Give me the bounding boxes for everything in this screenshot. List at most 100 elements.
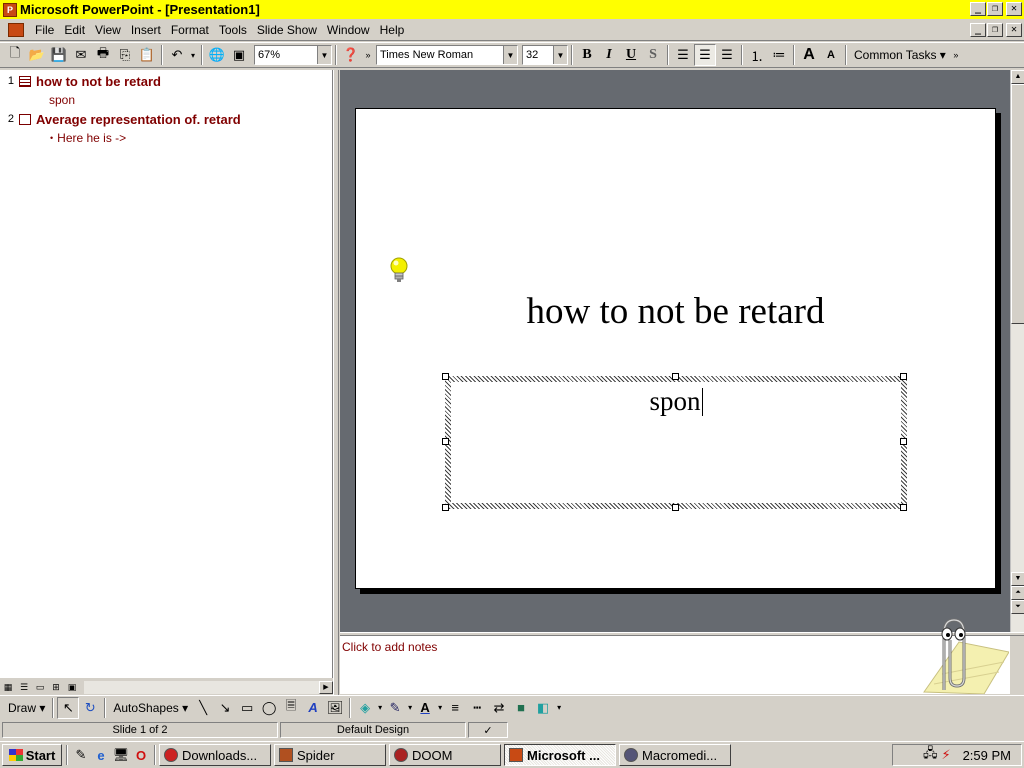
underline-button[interactable]: U [620, 44, 642, 66]
outline-title[interactable]: Average representation of. retard [36, 112, 241, 127]
outline-pane[interactable]: 1 how to not be retard spon 2 Average re… [0, 70, 333, 678]
new-icon[interactable]: 🗋 [4, 44, 26, 66]
scroll-down-icon[interactable]: ▼ [1011, 572, 1024, 586]
outline-bullet[interactable]: spon [49, 91, 75, 109]
chevron-down-icon[interactable]: ▼ [553, 46, 567, 64]
outline-bullet-text[interactable]: Here he is -> [57, 131, 126, 145]
resize-handle[interactable] [900, 504, 907, 511]
more-buttons-icon[interactable]: ▾ [554, 697, 564, 719]
paste-icon[interactable]: 📋 [136, 44, 158, 66]
dash-style-icon[interactable]: ┅ [466, 697, 488, 719]
spelling-status-icon[interactable]: ✓ [468, 722, 508, 738]
font-color-icon[interactable]: A [414, 697, 436, 719]
fill-color-icon[interactable]: ◈ [354, 697, 376, 719]
vertical-scrollbar[interactable]: ▲ ▼ ⏶ ⏷ [1010, 70, 1024, 632]
doc-restore-button[interactable]: ❐ [987, 23, 1003, 37]
bold-button[interactable]: B [576, 44, 598, 66]
copy-icon[interactable]: ⎘ [114, 44, 136, 66]
internet-explorer-icon[interactable]: e [91, 745, 111, 765]
task-spider[interactable]: Spider [274, 744, 386, 766]
task-downloads[interactable]: Downloads... [159, 744, 271, 766]
bullets-icon[interactable]: ≔ [768, 44, 790, 66]
rectangle-icon[interactable]: ▭ [236, 697, 258, 719]
undo-icon[interactable]: ↶ [166, 44, 188, 66]
menu-file[interactable]: File [30, 23, 59, 37]
italic-button[interactable]: I [598, 44, 620, 66]
align-left-icon[interactable]: ☰ [672, 44, 694, 66]
menu-insert[interactable]: Insert [126, 23, 166, 37]
arrow-style-icon[interactable]: ⇄ [488, 697, 510, 719]
powerpoint-app-icon[interactable]: P [3, 2, 17, 17]
previous-slide-icon[interactable]: ⏶ [1011, 586, 1024, 600]
line-color-icon[interactable]: ✎ [384, 697, 406, 719]
subtitle-text[interactable]: spon [445, 386, 907, 417]
numbering-icon[interactable]: ⒈ [746, 44, 768, 66]
menu-slide-show[interactable]: Slide Show [252, 23, 322, 37]
menu-edit[interactable]: Edit [59, 23, 90, 37]
more-buttons-icon[interactable]: » [362, 44, 374, 66]
align-center-icon[interactable]: ☰ [694, 44, 716, 66]
scroll-up-icon[interactable]: ▲ [1011, 70, 1024, 84]
help-icon[interactable]: ❓ [340, 44, 362, 66]
wordart-icon[interactable]: A [302, 697, 324, 719]
chevron-down-icon[interactable]: ▼ [503, 46, 517, 64]
clock[interactable]: 2:59 PM [963, 748, 1011, 763]
undo-dropdown-icon[interactable]: ▾ [188, 44, 198, 66]
line-icon[interactable]: ╲ [192, 697, 214, 719]
clip-art-icon[interactable]: 🖼 [324, 697, 346, 719]
menu-help[interactable]: Help [375, 23, 410, 37]
open-icon[interactable]: 📂 [26, 44, 48, 66]
notes-placeholder[interactable]: Click to add notes [342, 640, 437, 654]
scroll-right-icon[interactable]: ▶ [319, 681, 333, 694]
pane-splitter[interactable] [333, 70, 339, 696]
resize-handle[interactable] [900, 373, 907, 380]
chevron-down-icon[interactable]: ▼ [317, 46, 331, 64]
free-rotate-icon[interactable]: ↻ [79, 697, 101, 719]
menu-view[interactable]: View [90, 23, 126, 37]
shadow-icon[interactable]: ■ [510, 697, 532, 719]
slide-title[interactable]: how to not be retard [355, 290, 996, 333]
slide-sorter-view-icon[interactable]: ⊞ [48, 681, 64, 694]
resize-handle[interactable] [900, 438, 907, 445]
start-button[interactable]: Start [2, 744, 62, 766]
resize-handle[interactable] [442, 504, 449, 511]
document-icon[interactable] [8, 23, 24, 37]
outline-slide-2[interactable]: 2 Average representation of. retard [0, 110, 241, 128]
next-slide-icon[interactable]: ⏷ [1011, 600, 1024, 614]
draw-menu-button[interactable]: Draw ▾ [4, 701, 49, 715]
slide-show-icon[interactable]: ▣ [64, 681, 80, 694]
slide-canvas[interactable] [355, 108, 996, 589]
title-bar[interactable]: P Microsoft PowerPoint - [Presentation1]… [0, 0, 1024, 19]
font-color-dropdown-icon[interactable]: ▾ [436, 697, 444, 719]
task-microsoft-powerpoint[interactable]: Microsoft ... [504, 744, 616, 766]
decrease-font-size-icon[interactable]: A [820, 44, 842, 66]
common-tasks-button[interactable]: Common Tasks ▾ [850, 48, 950, 62]
3d-icon[interactable]: ◧ [532, 697, 554, 719]
tray-app-icon[interactable]: ⚡ [941, 747, 950, 763]
menu-format[interactable]: Format [166, 23, 214, 37]
show-desktop-icon[interactable]: 🖥 [111, 745, 131, 765]
shadow-button[interactable]: S [642, 44, 664, 66]
fill-color-dropdown-icon[interactable]: ▾ [376, 697, 384, 719]
arrow-icon[interactable]: ↘ [214, 697, 236, 719]
resize-handle[interactable] [442, 373, 449, 380]
increase-font-size-icon[interactable]: A [798, 44, 820, 66]
more-buttons-icon[interactable]: » [950, 44, 962, 66]
save-icon[interactable]: 💾 [48, 44, 70, 66]
task-doom[interactable]: DOOM [389, 744, 501, 766]
restore-button[interactable]: ❐ [987, 2, 1003, 16]
menu-tools[interactable]: Tools [214, 23, 252, 37]
text-box-icon[interactable]: 🗏 [280, 697, 302, 719]
select-objects-icon[interactable]: ↖ [57, 696, 80, 719]
doc-close-button[interactable]: ✕ [1006, 23, 1022, 37]
zoom-combo[interactable]: 67% ▼ [254, 45, 332, 65]
normal-view-icon[interactable]: ▦ [0, 681, 16, 694]
font-name-combo[interactable]: Times New Roman ▼ [376, 45, 518, 65]
close-button[interactable]: ✕ [1006, 2, 1022, 16]
hyperlink-icon[interactable]: 🌐 [206, 44, 228, 66]
quicklaunch-edit-icon[interactable]: ✎ [71, 745, 91, 765]
doc-minimize-button[interactable]: _ [970, 23, 986, 37]
print-icon[interactable]: 🖶 [92, 44, 114, 66]
lightbulb-icon[interactable] [388, 256, 410, 286]
email-icon[interactable]: ✉ [70, 44, 92, 66]
